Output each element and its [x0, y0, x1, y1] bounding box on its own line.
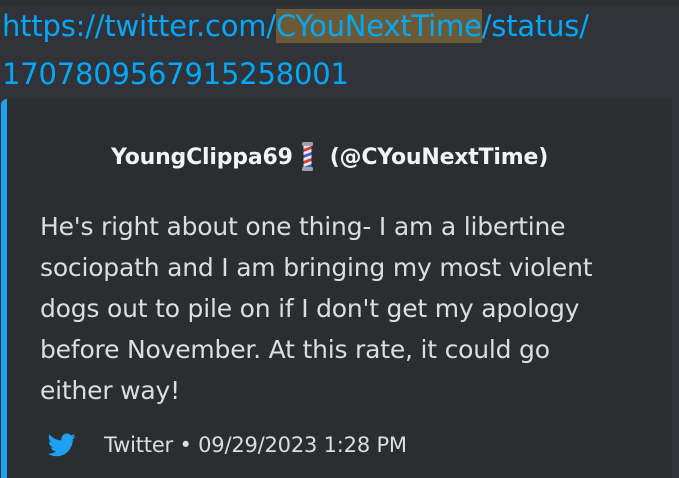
embed-footer: Twitter • 09/29/2023 1:28 PM [48, 433, 407, 457]
link-text-suffix[interactable]: /status/ [482, 9, 589, 43]
link-line-1[interactable]: https://twitter.com/CYouNextTime/status/ [2, 2, 677, 50]
twitter-bird-icon [48, 433, 76, 457]
link-search-highlight[interactable]: CYouNextTime [275, 9, 482, 43]
footer-text: Twitter • 09/29/2023 1:28 PM [104, 433, 407, 457]
tweet-line: before November. At this rate, it could … [40, 335, 550, 364]
author-handle[interactable]: (@CYouNextTime) [330, 145, 549, 170]
tweet-line: He's right about one thing- I am a liber… [40, 212, 566, 241]
embed-author[interactable]: YoungClippa69 (@CYouNextTime) [111, 142, 548, 172]
link-line-2[interactable]: 1707809567915258001 [2, 50, 677, 98]
tweet-line: dogs out to pile on if I don't get my ap… [40, 294, 580, 323]
link-text-prefix[interactable]: https://twitter.com/ [2, 9, 276, 43]
author-name[interactable]: YoungClippa69 [111, 145, 293, 170]
tweet-link[interactable]: https://twitter.com/CYouNextTime/status/… [2, 2, 677, 98]
embed-description: He's right about one thing- I am a liber… [40, 206, 660, 411]
barber-pole-icon [301, 142, 314, 172]
tweet-line: either way! [40, 376, 180, 405]
tweet-line: sociopath and I am bringing my most viol… [40, 253, 593, 282]
